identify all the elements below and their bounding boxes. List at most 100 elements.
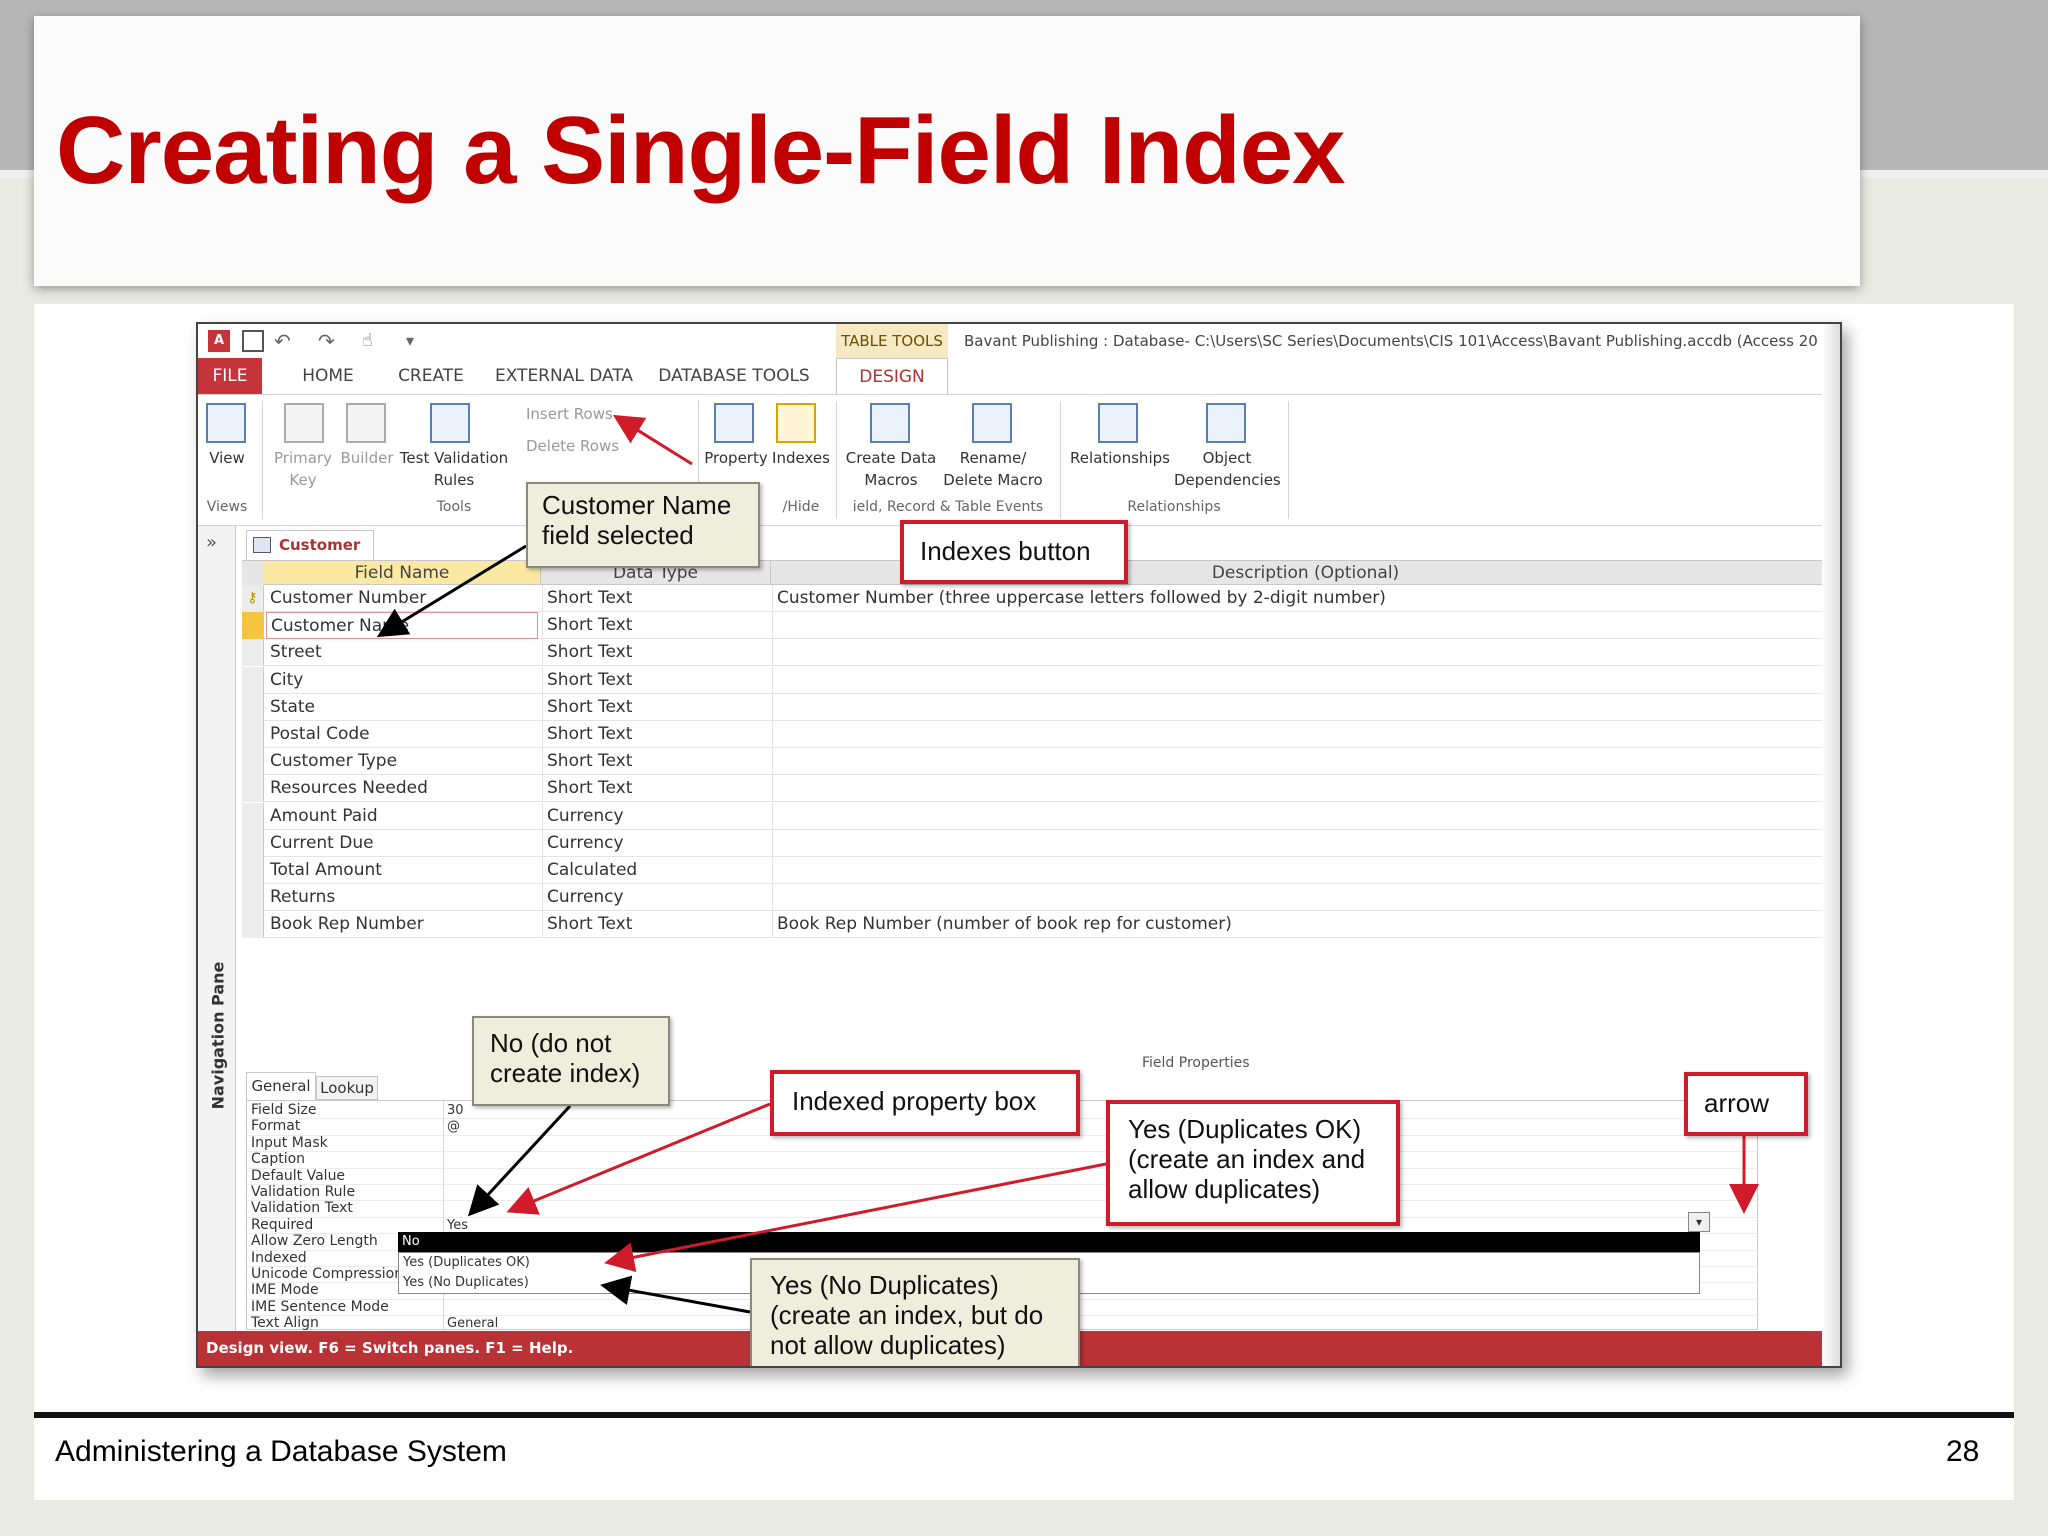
- view-button[interactable]: View: [198, 447, 256, 469]
- description-cell[interactable]: [772, 721, 1838, 748]
- insert-rows-button[interactable]: Insert Rows: [526, 403, 666, 425]
- field-name-cell[interactable]: Postal Code: [266, 721, 538, 748]
- row-selector[interactable]: [242, 911, 264, 939]
- row-selector[interactable]: [242, 748, 264, 776]
- field-name-cell[interactable]: State: [266, 694, 538, 721]
- field-name-cell[interactable]: Total Amount: [266, 857, 538, 884]
- delete-rows-button[interactable]: Delete Rows: [526, 435, 666, 457]
- data-type-cell[interactable]: Calculated: [542, 857, 768, 884]
- table-row[interactable]: Returns Currency: [242, 884, 1840, 912]
- row-selector[interactable]: [242, 802, 264, 830]
- row-selector[interactable]: [242, 612, 264, 640]
- redo-icon[interactable]: ↷: [318, 330, 340, 352]
- field-name-cell[interactable]: Customer Type: [266, 748, 538, 775]
- indexed-dropdown-arrow-icon[interactable]: ▾: [1688, 1212, 1710, 1232]
- description-cell[interactable]: [772, 612, 1838, 640]
- undo-icon[interactable]: ↶: [274, 330, 296, 352]
- description-cell[interactable]: [772, 639, 1838, 667]
- row-selector[interactable]: [242, 884, 264, 912]
- tab-lookup[interactable]: Lookup: [316, 1076, 378, 1100]
- data-type-cell[interactable]: Short Text: [542, 666, 768, 694]
- data-type-cell[interactable]: Currency: [542, 829, 768, 857]
- tab-create[interactable]: CREATE: [388, 358, 474, 394]
- tab-database-tools[interactable]: DATABASE TOOLS: [654, 358, 814, 394]
- option-yes-duplicates-ok[interactable]: Yes (Duplicates OK): [403, 1253, 530, 1273]
- data-type-cell[interactable]: Short Text: [542, 585, 768, 612]
- table-row[interactable]: City Short Text: [242, 666, 1840, 694]
- description-cell[interactable]: [772, 829, 1838, 857]
- data-type-cell[interactable]: Short Text: [542, 693, 768, 721]
- primary-key-button[interactable]: Primary Key: [268, 447, 338, 491]
- table-row[interactable]: Amount Paid Currency: [242, 802, 1840, 830]
- table-row[interactable]: State Short Text: [242, 693, 1840, 721]
- field-name-cell[interactable]: Customer Number: [266, 585, 538, 612]
- touch-mode-icon[interactable]: ☝: [362, 330, 384, 352]
- property-row[interactable]: Validation Rule: [247, 1184, 1759, 1202]
- indexes-button[interactable]: Indexes: [770, 447, 832, 469]
- property-row[interactable]: Default Value: [247, 1168, 1759, 1185]
- row-selector[interactable]: [242, 666, 264, 694]
- tab-external-data[interactable]: EXTERNAL DATA: [494, 358, 634, 394]
- property-row[interactable]: Input Mask: [247, 1135, 1759, 1153]
- field-name-cell[interactable]: Returns: [266, 884, 538, 911]
- description-cell[interactable]: Customer Number (three uppercase letters…: [772, 585, 1838, 612]
- rename-delete-macro-button[interactable]: Rename/ Delete Macro: [940, 447, 1046, 491]
- indexed-dropdown-selected[interactable]: No: [398, 1232, 1700, 1252]
- nav-expand-icon[interactable]: »: [206, 532, 217, 553]
- primary-key-icon[interactable]: ⚷: [242, 585, 264, 612]
- field-name-cell[interactable]: Street: [266, 639, 538, 666]
- description-cell[interactable]: [772, 666, 1838, 694]
- tab-design[interactable]: DESIGN: [836, 358, 948, 394]
- field-name-cell[interactable]: City: [266, 667, 538, 694]
- description-cell[interactable]: Book Rep Number (number of book rep for …: [772, 911, 1838, 939]
- table-row[interactable]: Customer Type Short Text: [242, 748, 1840, 776]
- description-cell[interactable]: [772, 693, 1838, 721]
- field-name-cell[interactable]: Amount Paid: [266, 803, 538, 830]
- table-row[interactable]: Current Due Currency: [242, 829, 1840, 857]
- save-icon[interactable]: [242, 330, 264, 352]
- data-type-cell[interactable]: Currency: [542, 884, 768, 912]
- field-name-cell[interactable]: Resources Needed: [266, 775, 538, 802]
- tab-file[interactable]: FILE: [198, 358, 262, 394]
- test-validation-button[interactable]: Test Validation Rules: [398, 447, 510, 491]
- table-row[interactable]: Book Rep Number Short Text Book Rep Number…: [242, 911, 1840, 939]
- object-dependencies-button[interactable]: Object Dependencies: [1174, 447, 1281, 491]
- option-yes-no-duplicates[interactable]: Yes (No Duplicates): [403, 1273, 529, 1293]
- row-selector[interactable]: [242, 639, 264, 667]
- row-selector[interactable]: [242, 857, 264, 884]
- data-type-cell[interactable]: Short Text: [542, 721, 768, 748]
- data-type-cell[interactable]: Short Text: [542, 748, 768, 776]
- description-cell[interactable]: [772, 884, 1838, 912]
- table-row[interactable]: Customer Name Short Text: [242, 612, 1840, 640]
- view-icon[interactable]: [206, 403, 246, 443]
- description-cell[interactable]: [772, 775, 1838, 803]
- row-selector[interactable]: [242, 775, 264, 803]
- field-name-cell[interactable]: Customer Name: [266, 612, 538, 640]
- table-row[interactable]: Resources Needed Short Text: [242, 775, 1840, 803]
- description-cell[interactable]: [772, 857, 1838, 884]
- table-row[interactable]: Postal Code Short Text: [242, 721, 1840, 748]
- description-cell[interactable]: [772, 748, 1838, 776]
- data-type-cell[interactable]: Short Text: [542, 612, 768, 640]
- row-selector[interactable]: [242, 829, 264, 857]
- property-row[interactable]: Validation Text: [247, 1200, 1759, 1218]
- data-type-cell[interactable]: Short Text: [542, 639, 768, 667]
- row-selector[interactable]: [242, 693, 264, 721]
- property-row[interactable]: Caption: [247, 1151, 1759, 1169]
- navigation-pane[interactable]: » Navigation Pane: [198, 526, 236, 1331]
- data-type-cell[interactable]: Short Text: [542, 911, 768, 939]
- description-cell[interactable]: [772, 802, 1838, 830]
- customer-table-tab[interactable]: Customer: [246, 530, 374, 560]
- builder-button[interactable]: Builder: [338, 447, 396, 469]
- table-row[interactable]: ⚷ Customer Number Short Text Customer Numbe…: [242, 585, 1840, 612]
- table-row[interactable]: Total Amount Calculated: [242, 857, 1840, 884]
- table-row[interactable]: Street Short Text: [242, 639, 1840, 667]
- relationships-button[interactable]: Relationships: [1064, 447, 1176, 469]
- property-value[interactable]: @: [447, 1116, 460, 1137]
- data-type-cell[interactable]: Currency: [542, 802, 768, 830]
- customize-qat-icon[interactable]: ▾: [406, 330, 428, 352]
- tab-home[interactable]: HOME: [288, 358, 368, 394]
- field-name-cell[interactable]: Current Due: [266, 830, 538, 857]
- row-selector[interactable]: [242, 721, 264, 748]
- tab-general[interactable]: General: [246, 1072, 316, 1100]
